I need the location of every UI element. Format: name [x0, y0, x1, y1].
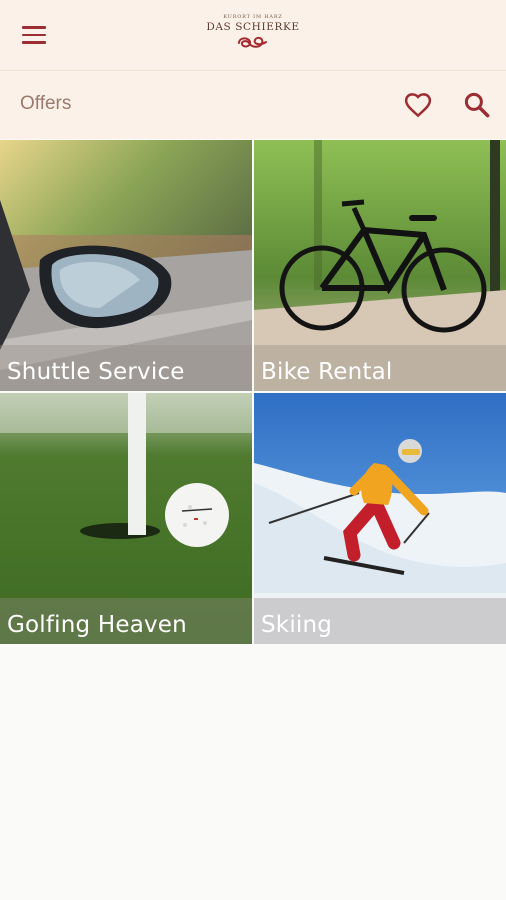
logo-emblem-icon: [238, 36, 267, 48]
offer-label: Skiing: [261, 612, 333, 638]
offer-label: Bike Rental: [261, 359, 393, 385]
offer-label: Golfing Heaven: [7, 612, 187, 638]
logo-subtitle: KURORT IM HARZ: [223, 14, 283, 20]
heart-icon[interactable]: [403, 90, 433, 120]
page-title: Offers: [20, 93, 72, 114]
hamburger-menu-icon[interactable]: [22, 24, 48, 46]
app-header: KURORT IM HARZ DAS SCHIERKE: [0, 0, 506, 71]
offer-tile-golfing-heaven[interactable]: Golfing Heaven: [0, 393, 252, 644]
offer-tile-shuttle-service[interactable]: Shuttle Service: [0, 140, 252, 391]
search-icon[interactable]: [462, 90, 492, 120]
offer-tile-bike-rental[interactable]: Bike Rental: [254, 140, 506, 391]
offers-grid: Shuttle Service Bike Rental Golfing Heav…: [0, 140, 506, 646]
logo-title: DAS SCHIERKE: [206, 21, 300, 33]
logo: KURORT IM HARZ DAS SCHIERKE: [203, 14, 303, 56]
offer-tile-skiing[interactable]: Skiing: [254, 393, 506, 644]
offer-label: Shuttle Service: [7, 359, 185, 385]
sub-header: Offers: [0, 71, 506, 139]
